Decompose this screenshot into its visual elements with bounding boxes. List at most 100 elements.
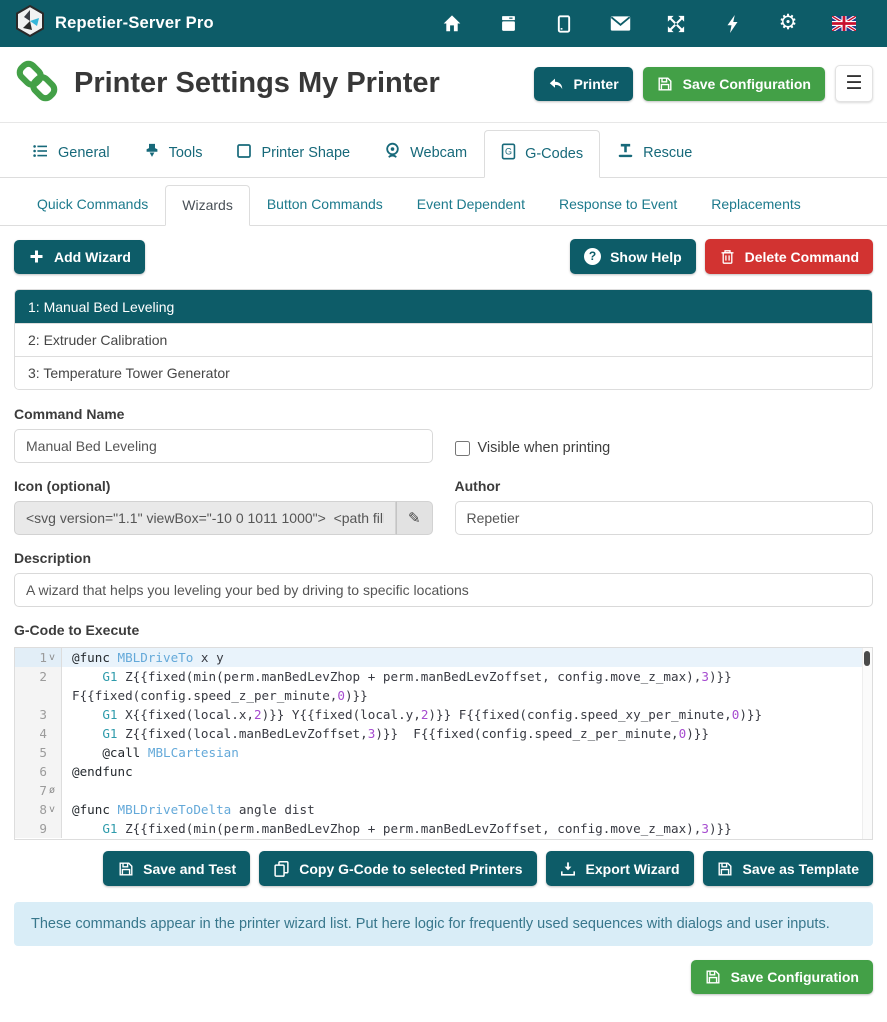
tab-label: General bbox=[58, 145, 110, 161]
gear-icon[interactable]: ⚙ bbox=[760, 13, 816, 34]
pencil-icon: ✎ bbox=[408, 510, 421, 527]
wizard-list-item[interactable]: 1: Manual Bed Leveling bbox=[15, 290, 872, 323]
editor-code-text[interactable] bbox=[62, 781, 872, 800]
save-as-template-button[interactable]: Save as Template bbox=[703, 851, 873, 886]
back-arrow-icon bbox=[548, 76, 565, 92]
show-help-button[interactable]: ? Show Help bbox=[570, 239, 696, 274]
editor-line[interactable]: 7ø bbox=[15, 781, 872, 800]
subtab-event-dependent[interactable]: Event Dependent bbox=[400, 184, 542, 225]
editor-line[interactable]: 1v@func MBLDriveTo x y bbox=[15, 648, 872, 667]
floppy-icon bbox=[705, 969, 722, 985]
action-button-label: Export Wizard bbox=[586, 861, 680, 877]
gcode-icon: G bbox=[501, 143, 516, 164]
question-circle-icon: ? bbox=[584, 248, 601, 265]
export-wizard-button[interactable]: Export Wizard bbox=[546, 851, 694, 886]
svg-text:G: G bbox=[505, 147, 512, 157]
description-input[interactable] bbox=[14, 573, 873, 607]
add-wizard-label: Add Wizard bbox=[54, 249, 131, 265]
wizard-toolbar: Add Wizard ? Show Help Delete Command bbox=[0, 226, 887, 287]
editor-scrollbar-thumb[interactable] bbox=[864, 651, 870, 666]
wizard-list: 1: Manual Bed Leveling2: Extruder Calibr… bbox=[14, 289, 873, 390]
trash-icon bbox=[719, 249, 736, 265]
tools-icon bbox=[144, 142, 160, 163]
gcode-to-execute-label: G-Code to Execute bbox=[14, 622, 873, 638]
subtab-response-to-event[interactable]: Response to Event bbox=[542, 184, 694, 225]
floppy-icon bbox=[117, 861, 134, 877]
action-button-label: Copy G-Code to selected Printers bbox=[299, 861, 522, 877]
subtab-button-commands[interactable]: Button Commands bbox=[250, 184, 400, 225]
uk-flag-icon[interactable] bbox=[816, 15, 872, 33]
tab-label: Printer Shape bbox=[261, 145, 350, 161]
subtab-wizards[interactable]: Wizards bbox=[165, 185, 250, 226]
webcam-icon bbox=[384, 142, 401, 163]
editor-scrollbar[interactable] bbox=[862, 648, 872, 839]
tab-label: Tools bbox=[169, 145, 203, 161]
settings-tab-bar: General Tools Printer Shape Webcam G G-Codes R… bbox=[0, 123, 887, 178]
editor-gutter: 6 bbox=[15, 762, 62, 781]
editor-gutter: 5 bbox=[15, 743, 62, 762]
app-title: Repetier-Server Pro bbox=[55, 14, 214, 33]
copy-g-code-to-selected-printers-button[interactable]: Copy G-Code to selected Printers bbox=[259, 851, 536, 886]
editor-code-text[interactable]: @call MBLCartesian bbox=[62, 743, 872, 762]
editor-line[interactable]: 2 G1 Z{{fixed(min(perm.manBedLevZhop + p… bbox=[15, 667, 872, 705]
editor-gutter: 9 bbox=[15, 819, 62, 838]
save-and-test-button[interactable]: Save and Test bbox=[103, 851, 250, 886]
icon-svg-input bbox=[14, 501, 396, 535]
editor-code-text[interactable]: G1 Z{{fixed(min(perm.manBedLevZhop + per… bbox=[62, 819, 872, 838]
subtab-quick-commands[interactable]: Quick Commands bbox=[20, 184, 165, 225]
editor-line[interactable]: 6@endfunc bbox=[15, 762, 872, 781]
edit-icon-button[interactable]: ✎ bbox=[396, 501, 432, 535]
mail-icon[interactable] bbox=[592, 15, 648, 33]
save-configuration-button-bottom[interactable]: Save Configuration bbox=[691, 960, 873, 994]
wizard-form: Command Name Visible when printing Icon … bbox=[0, 390, 887, 638]
home-icon[interactable] bbox=[424, 14, 480, 33]
bolt-icon[interactable] bbox=[704, 14, 760, 34]
editor-line[interactable]: 5 @call MBLCartesian bbox=[15, 743, 872, 762]
editor-code-text[interactable]: @endfunc bbox=[62, 762, 872, 781]
editor-line[interactable]: 9 G1 Z{{fixed(min(perm.manBedLevZhop + p… bbox=[15, 819, 872, 838]
tab-g-codes[interactable]: G G-Codes bbox=[484, 130, 600, 178]
editor-gutter: 7ø bbox=[15, 781, 62, 800]
editor-gutter: 1v bbox=[15, 648, 62, 667]
tablet-icon[interactable] bbox=[536, 14, 592, 34]
tab-printer-shape[interactable]: Printer Shape bbox=[219, 130, 367, 177]
editor-line[interactable]: 8v@func MBLDriveToDelta angle dist bbox=[15, 800, 872, 819]
tab-webcam[interactable]: Webcam bbox=[367, 129, 484, 177]
hamburger-menu-button[interactable]: ☰ bbox=[835, 65, 873, 102]
hamburger-icon: ☰ bbox=[845, 73, 862, 94]
rescue-icon bbox=[617, 142, 634, 163]
wizard-list-item[interactable]: 3: Temperature Tower Generator bbox=[15, 356, 872, 389]
editor-gutter: 4 bbox=[15, 724, 62, 743]
subtab-replacements[interactable]: Replacements bbox=[694, 184, 818, 225]
action-button-label: Save and Test bbox=[143, 861, 236, 877]
editor-line[interactable]: 3 G1 X{{fixed(local.x,2)}} Y{{fixed(loca… bbox=[15, 705, 872, 724]
tab-label: G-Codes bbox=[525, 146, 583, 162]
icon-optional-label: Icon (optional) bbox=[14, 478, 433, 494]
editor-code-text[interactable]: G1 Z{{fixed(local.manBedLevZoffset,3)}} … bbox=[62, 724, 872, 743]
editor-code-text[interactable]: @func MBLDriveToDelta angle dist bbox=[62, 800, 872, 819]
tab-rescue[interactable]: Rescue bbox=[600, 129, 709, 177]
editor-gutter: 3 bbox=[15, 705, 62, 724]
visible-when-printing-checkbox[interactable] bbox=[455, 441, 470, 456]
gcode-editor[interactable]: 1v@func MBLDriveTo x y2 G1 Z{{fixed(min(… bbox=[14, 647, 873, 840]
wizard-list-item[interactable]: 2: Extruder Calibration bbox=[15, 323, 872, 356]
editor-line[interactable]: 4 G1 Z{{fixed(local.manBedLevZoffset,3)}… bbox=[15, 724, 872, 743]
printer-button[interactable]: Printer bbox=[534, 67, 633, 101]
save-configuration-button-top[interactable]: Save Configuration bbox=[643, 67, 825, 101]
navbar-icon-group: ⚙ bbox=[424, 13, 872, 34]
expand-arrows-icon[interactable] bbox=[648, 14, 704, 34]
command-name-input[interactable] bbox=[14, 429, 433, 463]
printer-box-icon[interactable] bbox=[480, 14, 536, 33]
tab-tools[interactable]: Tools bbox=[127, 129, 220, 177]
editor-code-text[interactable]: G1 X{{fixed(local.x,2)}} Y{{fixed(local.… bbox=[62, 705, 872, 724]
editor-code-text[interactable]: @func MBLDriveTo x y bbox=[62, 648, 872, 667]
delete-command-button[interactable]: Delete Command bbox=[705, 239, 873, 274]
editor-code-text[interactable]: G1 Z{{fixed(min(perm.manBedLevZhop + per… bbox=[62, 667, 872, 705]
author-input[interactable] bbox=[455, 501, 874, 535]
tab-general[interactable]: General bbox=[14, 130, 127, 177]
app-brand[interactable]: Repetier-Server Pro bbox=[15, 5, 214, 42]
editor-action-bar: Save and Test Copy G-Code to selected Pri… bbox=[0, 840, 887, 890]
add-wizard-button[interactable]: Add Wizard bbox=[14, 240, 145, 274]
page-footer: Save Configuration bbox=[0, 946, 887, 994]
page-title: Printer Settings My Printer bbox=[74, 67, 440, 100]
